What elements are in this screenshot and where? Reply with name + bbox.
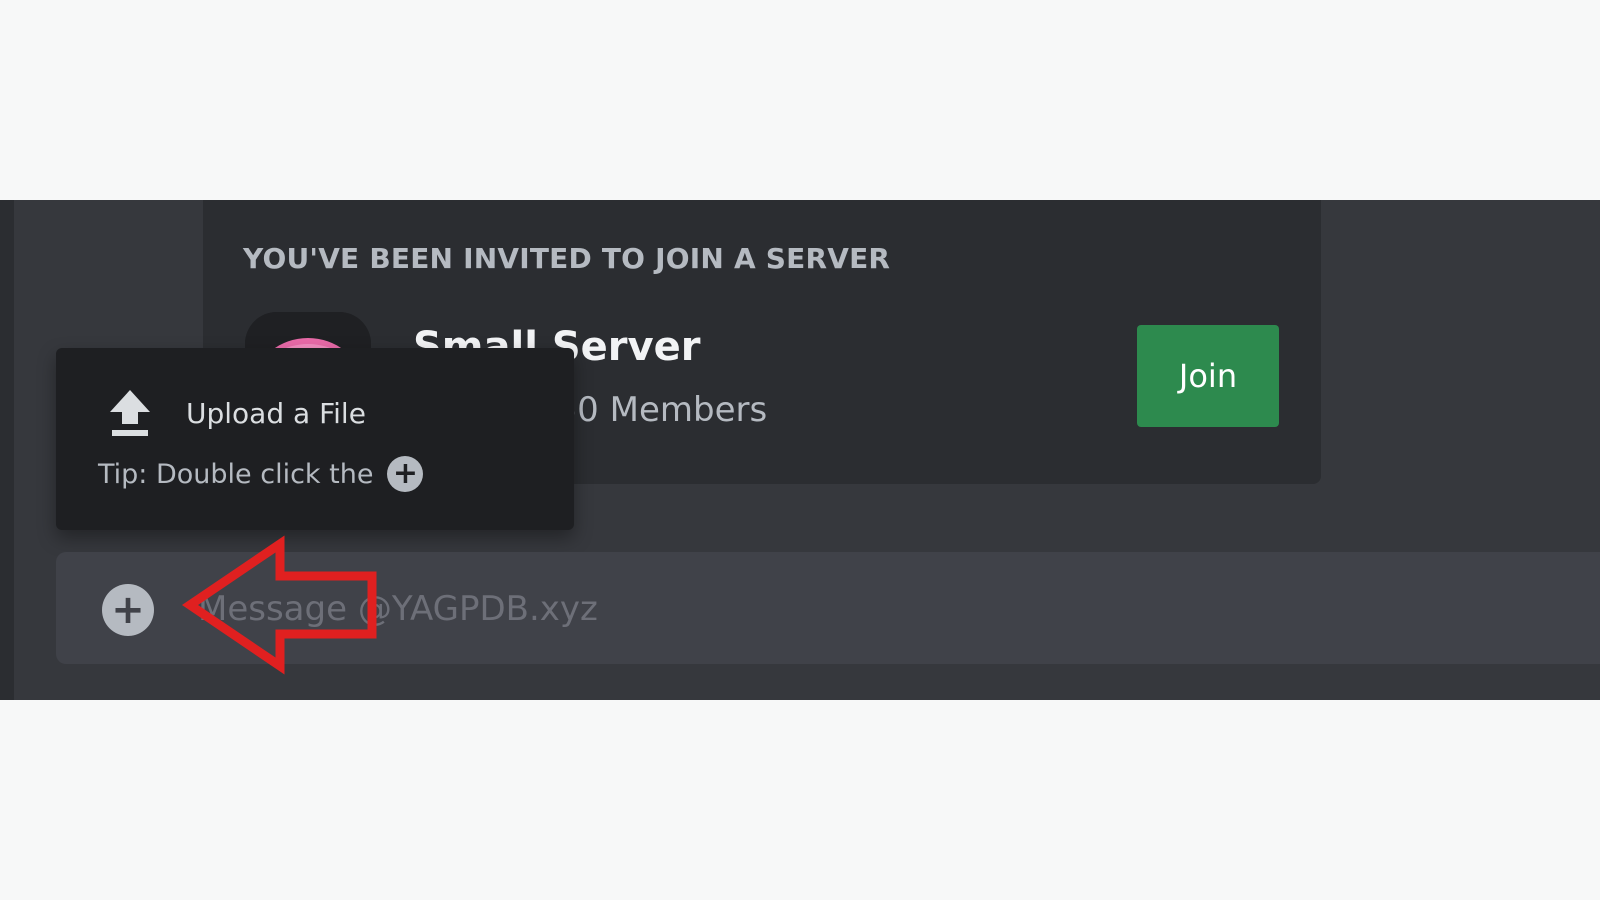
upload-file-label: Upload a File: [186, 396, 366, 430]
tip-text: Tip: Double click the: [98, 458, 374, 490]
popup-tip: Tip: Double click the +: [98, 452, 424, 496]
upload-file-option[interactable]: Upload a File: [108, 388, 366, 438]
join-button[interactable]: Join: [1137, 325, 1279, 427]
attach-button[interactable]: +: [102, 584, 154, 636]
left-rail: [0, 200, 14, 700]
upload-arrow-icon: [110, 390, 150, 436]
invite-heading: YOU'VE BEEN INVITED TO JOIN A SERVER: [243, 242, 891, 275]
message-input[interactable]: [196, 576, 1580, 642]
attach-popup-menu: Upload a File Tip: Double click the +: [56, 348, 574, 530]
plus-circle-icon: +: [387, 456, 424, 492]
red-arrow-annotation: [181, 535, 377, 675]
